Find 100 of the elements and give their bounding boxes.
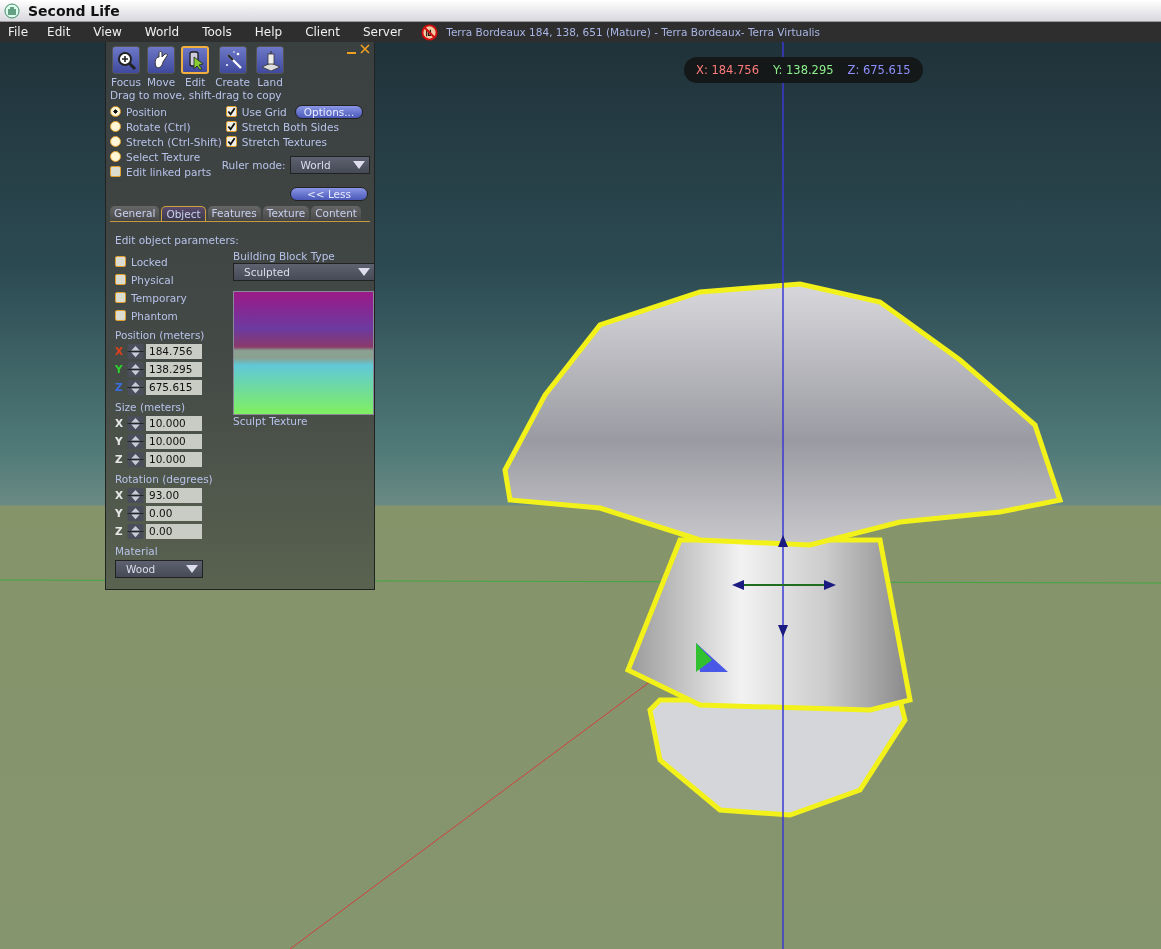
tool-button[interactable]: [112, 46, 140, 74]
focus-tool-icon: [115, 49, 137, 71]
checkbox[interactable]: [110, 166, 121, 177]
menu-item[interactable]: Tools: [202, 25, 242, 39]
tool-label: Land: [257, 76, 283, 88]
spinner-control[interactable]: [127, 487, 144, 503]
number-field[interactable]: 10.000: [146, 451, 202, 467]
number-field[interactable]: 184.756: [146, 343, 202, 359]
radio-label: Position: [126, 105, 167, 118]
tool-button[interactable]: [147, 46, 176, 74]
axis-label: Z: [115, 525, 124, 537]
tool-label: Create: [215, 76, 251, 88]
axis-label: X: [115, 417, 125, 429]
spinner-control[interactable]: [127, 505, 144, 521]
checkbox-label: Stretch Both Sides: [241, 120, 339, 133]
number-field[interactable]: 138.295: [146, 361, 202, 377]
checkbox-label: Locked: [131, 255, 168, 268]
building-block-type-dropdown[interactable]: Sculpted: [233, 263, 375, 281]
menu-item[interactable]: Client: [305, 25, 350, 39]
checkbox[interactable]: [115, 310, 126, 321]
axis-label: Z: [115, 453, 124, 465]
axis-label: Y: [115, 507, 124, 519]
spinner-control[interactable]: [127, 379, 144, 395]
less-button[interactable]: << Less: [290, 187, 368, 201]
menu-item[interactable]: File: [8, 25, 39, 39]
checkbox-label: Physical: [131, 273, 174, 286]
building-block-type-label: Building Block Type: [233, 250, 336, 262]
menu-item[interactable]: Edit: [47, 25, 81, 39]
tab[interactable]: Object: [161, 206, 206, 221]
radio-button[interactable]: [110, 121, 121, 132]
material-label: Material: [115, 545, 159, 557]
radio-button[interactable]: [110, 106, 121, 117]
radio-label: Select Texture: [126, 150, 201, 163]
section-heading: Edit object parameters:: [115, 234, 240, 246]
spinner-control[interactable]: [127, 361, 144, 377]
checkbox-label: Phantom: [131, 309, 178, 322]
window-title: Second Life: [28, 2, 120, 19]
coordinate-value: X: 184.756: [696, 63, 759, 77]
radio-button[interactable]: [110, 151, 121, 162]
number-field[interactable]: 10.000: [146, 433, 202, 449]
tool-label: Edit: [185, 76, 206, 88]
checkbox-label: Stretch Textures: [241, 135, 327, 148]
tool-label: Focus: [111, 76, 141, 88]
land-tool-icon: [259, 49, 282, 71]
axis-label: Y: [115, 363, 124, 375]
group-label: Size (meters): [115, 401, 187, 413]
hint-text: Drag to move, shift-drag to copy: [110, 89, 283, 101]
group-label: Rotation (degrees): [115, 473, 211, 485]
options-button[interactable]: Options...: [294, 104, 364, 119]
number-field[interactable]: 10.000: [146, 415, 202, 431]
tool-button[interactable]: [218, 46, 247, 74]
tab[interactable]: General: [110, 206, 160, 220]
radio-button[interactable]: [110, 136, 121, 147]
number-field[interactable]: 93.00: [146, 487, 202, 503]
ruler-mode-label: Ruler mode:: [221, 159, 286, 171]
close-icon[interactable]: [360, 44, 370, 54]
number-field[interactable]: 0.00: [146, 523, 202, 539]
menu-item[interactable]: Server: [362, 25, 413, 39]
coordinate-value: Z: 675.615: [847, 63, 911, 77]
spinner-control[interactable]: [127, 343, 144, 359]
caret-icon: [358, 268, 370, 276]
spinner-control[interactable]: [127, 415, 144, 431]
ruler-mode-dropdown[interactable]: World: [289, 156, 370, 174]
checkbox[interactable]: [225, 121, 237, 132]
axis-label: X: [115, 345, 125, 357]
checkbox-label: Use Grid: [241, 105, 287, 118]
group-label: Position (meters): [115, 329, 206, 341]
checkbox[interactable]: [225, 106, 237, 117]
spinner-control[interactable]: [127, 451, 144, 467]
tab[interactable]: Texture: [262, 206, 310, 220]
sculpt-texture-label: Sculpt Texture: [233, 415, 309, 427]
axis-label: Y: [115, 435, 124, 447]
radio-label: Rotate (Ctrl): [126, 120, 191, 133]
menu-item[interactable]: Help: [254, 25, 293, 39]
radio-label: Stretch (Ctrl-Shift): [126, 135, 222, 148]
menu-item[interactable]: World: [144, 25, 190, 39]
region-info: Terra Bordeaux 184, 138, 651 (Mature) - Terra Bordeaux- Terra Virtualis: [446, 26, 820, 38]
tool-button[interactable]: [181, 46, 210, 74]
caret-icon: [352, 161, 365, 169]
spinner-control[interactable]: [127, 523, 144, 539]
tab[interactable]: Content: [311, 206, 361, 220]
tool-label: Move: [147, 76, 176, 88]
tab[interactable]: Features: [207, 206, 261, 220]
checkbox-label: Edit linked parts: [126, 165, 212, 178]
tool-button[interactable]: [256, 46, 285, 74]
sculpt-texture-swatch[interactable]: [233, 291, 374, 415]
checkbox-label: Temporary: [131, 291, 187, 304]
checkbox[interactable]: [225, 136, 237, 147]
material-dropdown[interactable]: Wood: [115, 560, 203, 578]
axis-label: Z: [115, 381, 124, 393]
coordinate-value: Y: 138.295: [772, 63, 834, 77]
menu-item[interactable]: View: [93, 25, 132, 39]
number-field[interactable]: 675.615: [146, 379, 202, 395]
spinner-control[interactable]: [127, 433, 144, 449]
minimize-button[interactable]: [347, 51, 356, 54]
checkbox[interactable]: [115, 292, 126, 303]
checkbox[interactable]: [115, 256, 126, 267]
number-field[interactable]: 0.00: [146, 505, 202, 521]
axis-label: X: [115, 489, 125, 501]
checkbox[interactable]: [115, 274, 126, 285]
